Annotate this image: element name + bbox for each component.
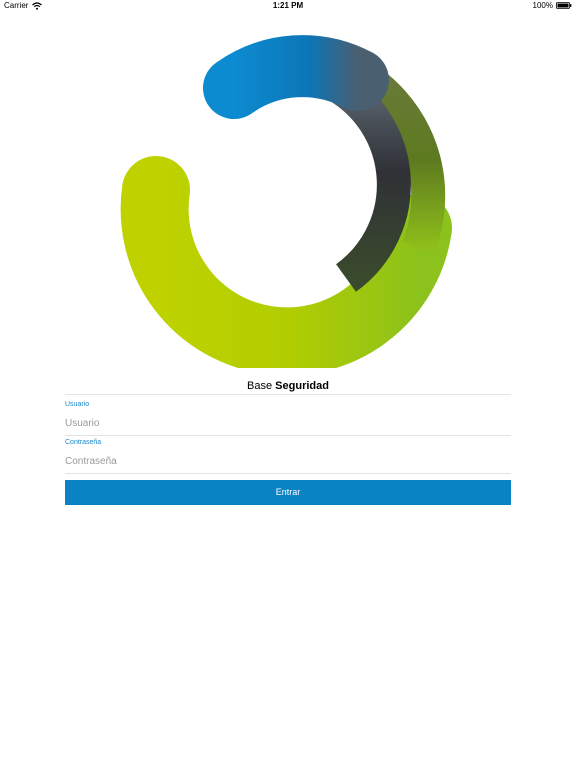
status-right: 100%: [533, 1, 572, 10]
username-field: Usuario: [65, 398, 511, 436]
password-underline: [65, 473, 511, 474]
ring-logo: [120, 35, 452, 368]
app-title-regular: Base: [247, 380, 273, 392]
password-field: Contraseña: [65, 436, 511, 474]
battery-percent: 100%: [532, 1, 553, 10]
logo-blue-arc: [203, 35, 389, 119]
username-input[interactable]: [65, 414, 511, 432]
app-title: Base Seguridad: [0, 380, 576, 392]
status-time: 1:21 PM: [272, 1, 304, 10]
username-label: Usuario: [65, 401, 90, 408]
password-input[interactable]: [65, 452, 511, 470]
app-title-bold: Seguridad: [275, 380, 329, 392]
status-bar: Carrier 1:21 PM 100%: [0, 0, 576, 12]
logo-dark-arc: [328, 71, 411, 292]
login-screen: Carrier 1:21 PM 100% Base Seguridad Usua…: [0, 0, 576, 768]
battery-icon: [556, 2, 572, 9]
password-label: Contraseña: [65, 439, 102, 446]
login-button[interactable]: Entrar: [65, 480, 511, 505]
divider: [65, 394, 511, 395]
